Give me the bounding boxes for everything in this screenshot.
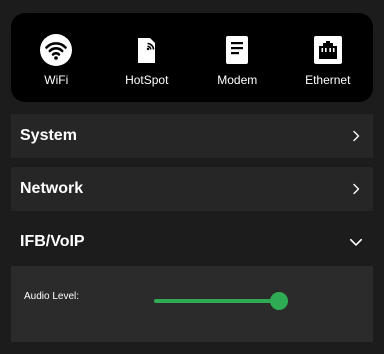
audio-level-fill xyxy=(154,299,279,303)
modem-icon xyxy=(219,32,255,68)
connection-wifi[interactable]: WiFi xyxy=(11,13,102,102)
ethernet-label: Ethernet xyxy=(305,73,351,87)
ifb-voip-section-header[interactable]: IFB/VoIP xyxy=(11,220,373,264)
connection-hotspot[interactable]: HotSpot xyxy=(102,13,193,102)
ifb-voip-title: IFB/VoIP xyxy=(20,233,85,250)
audio-level-slider[interactable] xyxy=(154,292,288,310)
modem-label: Modem xyxy=(217,73,258,87)
ifb-voip-panel: Audio Level: xyxy=(11,266,373,342)
wifi-icon xyxy=(38,32,74,68)
system-title: System xyxy=(20,127,77,144)
connection-ethernet[interactable]: Ethernet xyxy=(283,13,374,102)
chevron-right-icon xyxy=(353,183,360,195)
network-section-header[interactable]: Network xyxy=(11,167,373,211)
ethernet-icon xyxy=(310,32,346,68)
wifi-label: WiFi xyxy=(44,73,69,87)
chevron-down-icon xyxy=(349,238,363,246)
system-section-header[interactable]: System xyxy=(11,114,373,158)
chevron-right-icon xyxy=(353,130,360,142)
audio-level-thumb[interactable] xyxy=(270,292,288,310)
audio-level-label: Audio Level: xyxy=(24,291,80,302)
connection-type-bar: WiFi HotSpot Modem Ethernet xyxy=(11,13,373,102)
network-title: Network xyxy=(20,180,84,197)
hotspot-icon xyxy=(129,32,165,68)
connection-modem[interactable]: Modem xyxy=(192,13,283,102)
hotspot-label: HotSpot xyxy=(125,73,169,87)
